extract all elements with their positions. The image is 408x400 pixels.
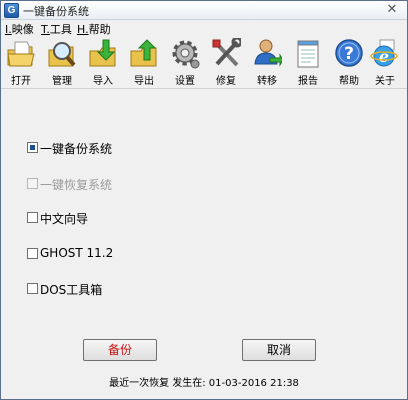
svg-text:?: ? (344, 44, 354, 64)
option-ghost[interactable]: GHOST 11.2 (27, 246, 127, 262)
toolbar-label: 打开 (11, 76, 31, 87)
toolbar-label: 关于 (375, 76, 395, 87)
app-icon: G (4, 3, 19, 18)
toolbar-import-button[interactable]: 导入 (83, 38, 123, 88)
close-button[interactable]: ✕ (383, 1, 401, 19)
toolbar-label: 修复 (216, 76, 236, 87)
toolbar: 打开 管理 导入 导出 设置 修复 转移 报告 ? 帮助 e 关于 (1, 37, 407, 89)
toolbar-open-button[interactable]: 打开 (1, 38, 41, 88)
toolbar-label: 转移 (257, 76, 277, 87)
backup-button[interactable]: 备份 (83, 339, 157, 361)
toolbar-manage-button[interactable]: 管理 (42, 38, 82, 88)
wizard-checkbox[interactable] (27, 212, 38, 223)
toolbar-export-button[interactable]: 导出 (124, 38, 164, 88)
toolbar-label: 设置 (175, 76, 195, 87)
window-title: 一键备份系统 (23, 5, 89, 18)
option-label: 一键备份系统 (40, 142, 113, 156)
option-label: 中文向导 (40, 212, 89, 226)
manage-magnifier-icon (48, 42, 76, 67)
menu-help[interactable]: H.帮助 (77, 21, 111, 37)
option-one-key-restore: 一键恢复系统 (27, 176, 137, 192)
cancel-button[interactable]: 取消 (242, 339, 316, 361)
toolbar-label: 帮助 (339, 76, 359, 87)
open-folder-icon (7, 41, 35, 67)
toolbar-label: 导出 (134, 76, 154, 87)
toolbar-label: 管理 (52, 76, 72, 87)
option-dos-toolbox[interactable]: DOS工具箱 (27, 281, 127, 297)
option-label: GHOST 11.2 (40, 246, 114, 260)
menu-bar: I.映像 T.工具 H.帮助 (1, 20, 407, 37)
menu-image[interactable]: I.映像 (5, 21, 34, 37)
help-icon: ? (335, 39, 363, 67)
option-label: DOS工具箱 (40, 283, 103, 297)
toolbar-report-button[interactable]: 报告 (288, 38, 328, 88)
toolbar-repair-button[interactable]: 修复 (206, 38, 246, 88)
toolbar-settings-button[interactable]: 设置 (165, 38, 205, 88)
report-notepad-icon (297, 40, 319, 68)
toolbar-help-button[interactable]: ? 帮助 (329, 38, 369, 88)
about-ie-icon: e (370, 39, 398, 67)
user-transfer-icon (254, 39, 282, 67)
import-folder-icon (89, 39, 116, 67)
restore-checkbox (27, 178, 38, 189)
toolbar-label: 报告 (298, 76, 318, 87)
menu-tools[interactable]: T.工具 (41, 21, 72, 37)
toolbar-about-button[interactable]: e 关于 (365, 38, 405, 88)
tools-icon (212, 38, 241, 67)
last-restore-status: 最近一次恢复 发生在: 01-03-2016 21:38 (109, 378, 299, 389)
gear-icon (172, 40, 200, 69)
main-window: G 一键备份系统 ✕ I.映像 T.工具 H.帮助 打开 管理 导入 导出 设置… (0, 0, 408, 400)
option-chinese-wizard[interactable]: 中文向导 (27, 210, 127, 226)
toolbar-label: 导入 (93, 76, 113, 87)
option-label: 一键恢复系统 (40, 178, 113, 192)
dos-toolbox-checkbox[interactable] (27, 283, 38, 294)
toolbar-transfer-button[interactable]: 转移 (247, 38, 287, 88)
backup-checkbox[interactable] (27, 142, 38, 153)
svg-text:e: e (379, 47, 389, 66)
export-folder-icon (130, 39, 157, 67)
ghost-checkbox[interactable] (27, 248, 38, 259)
option-one-key-backup[interactable]: 一键备份系统 (27, 140, 137, 156)
title-bar[interactable]: G 一键备份系统 ✕ (1, 1, 407, 20)
